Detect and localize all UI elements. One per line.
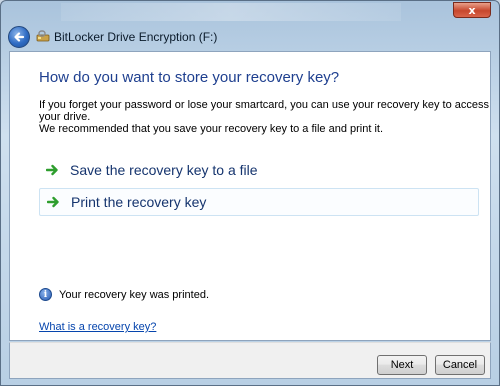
back-button[interactable] — [8, 26, 30, 48]
print-key-label: Print the recovery key — [71, 194, 207, 210]
save-to-file-label: Save the recovery key to a file — [70, 162, 258, 178]
close-icon: x — [468, 3, 476, 17]
save-to-file-option[interactable]: Save the recovery key to a file — [39, 156, 479, 184]
cancel-button[interactable]: Cancel — [435, 355, 485, 375]
help-link[interactable]: What is a recovery key? — [39, 321, 156, 333]
info-icon: i — [39, 288, 52, 301]
title-bar-glass — [61, 3, 401, 21]
close-button[interactable]: x — [453, 2, 491, 18]
title-bar[interactable]: x BitLocker Drive Encryption (F:) — [1, 1, 499, 48]
green-arrow-icon — [47, 196, 59, 208]
next-button[interactable]: Next — [377, 355, 427, 375]
back-arrow-icon — [14, 32, 25, 42]
content-panel: How do you want to store your recovery k… — [9, 51, 491, 341]
button-bar: Next Cancel — [9, 342, 491, 379]
print-key-option[interactable]: Print the recovery key — [39, 188, 479, 216]
description-text: If you forget your password or lose your… — [39, 99, 489, 123]
window-title: BitLocker Drive Encryption (F:) — [54, 30, 218, 44]
status-message: i Your recovery key was printed. — [39, 288, 209, 301]
green-arrow-icon — [46, 164, 58, 176]
bitlocker-drive-icon — [36, 30, 50, 42]
recommendation-text: We recommended that you save your recove… — [39, 123, 384, 135]
status-text: Your recovery key was printed. — [59, 288, 209, 301]
page-heading: How do you want to store your recovery k… — [39, 69, 340, 86]
bitlocker-window: x BitLocker Drive Encryption (F:) How do… — [0, 0, 500, 386]
